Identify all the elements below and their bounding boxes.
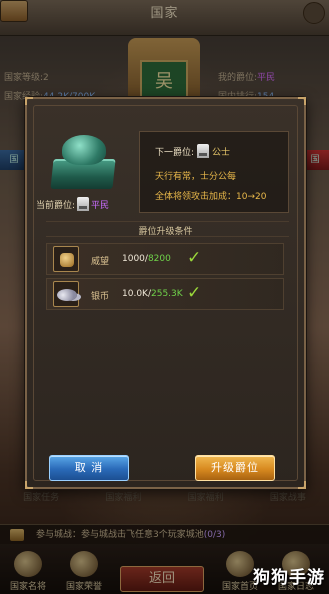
prestige-icon: [53, 246, 79, 272]
rank-description: 天行有常，士分公每: [155, 172, 237, 182]
frame-corner: [25, 97, 33, 105]
seal-knob: [62, 135, 106, 165]
rank-bonus: 全体将领攻击加成：10→20: [155, 192, 267, 202]
condition-value: 1000/8200: [122, 254, 171, 264]
check-icon: ✓: [187, 283, 202, 303]
silver-coin-icon: [53, 281, 79, 307]
conditions-title: 爵位升级条件: [138, 227, 193, 237]
frame-corner: [298, 481, 306, 489]
check-icon: ✓: [187, 248, 202, 268]
next-rank: 下一爵位: 公士: [155, 144, 230, 158]
upgrade-rank-button[interactable]: 升级爵位: [195, 455, 275, 481]
rank-badge-icon: [197, 144, 210, 158]
site-watermark: 狗狗手游: [253, 568, 325, 588]
frame-corner: [25, 481, 33, 489]
rank-badge-icon: [77, 197, 90, 211]
current-rank: 当前爵位: 平民: [36, 197, 109, 211]
condition-value: 10.0K/255.3K: [122, 289, 183, 299]
frame-corner: [298, 97, 306, 105]
next-rank-info: 下一爵位: 公士 天行有常，士分公每 全体将领攻击加成：10→20: [139, 131, 289, 213]
condition-row-silver: 银币 10.0K/255.3K ✓: [46, 278, 284, 310]
cancel-button[interactable]: 取 消: [49, 455, 129, 481]
condition-row-prestige: 威望 1000/8200 ✓: [46, 243, 284, 275]
rank-upgrade-dialog: 当前爵位: 平民 下一爵位: 公士 天行有常，士分公每 全体将领攻击加成：10→…: [25, 97, 306, 489]
jade-seal-icon: [46, 131, 120, 193]
